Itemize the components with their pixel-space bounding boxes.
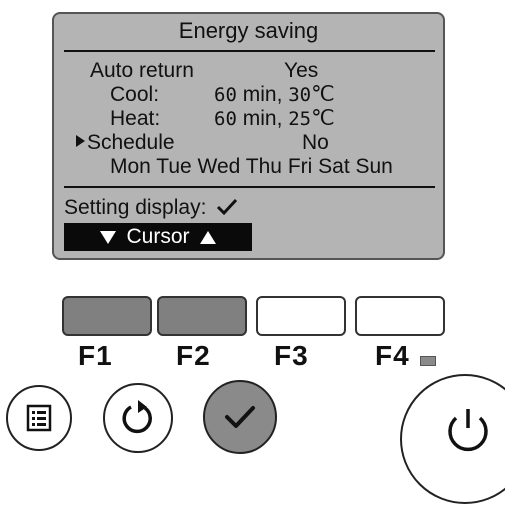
f3-key[interactable] [256, 296, 346, 336]
setting-display-row: Setting display: [64, 196, 238, 220]
f1-key[interactable] [62, 296, 152, 336]
cursor-down-icon [100, 230, 117, 244]
f2-key[interactable] [157, 296, 247, 336]
select-button[interactable] [203, 380, 277, 454]
footer-divider [64, 186, 435, 188]
heat-label: Heat: [110, 107, 161, 130]
title-divider [64, 50, 435, 52]
f1-label: F1 [78, 340, 113, 371]
cursor-label: Cursor [126, 225, 190, 248]
f4-label: F4 [375, 340, 410, 371]
cool-temperature: 30 [288, 84, 312, 106]
cool-minutes: 60 [214, 84, 237, 106]
heat-temperature: 25 [288, 108, 312, 130]
schedule-row[interactable]: Schedule [76, 131, 175, 155]
schedule-label: Schedule [87, 131, 175, 154]
cool-label: Cool: [110, 83, 160, 106]
f4-key[interactable] [355, 296, 445, 336]
cursor-hint-bar: Cursor [64, 223, 252, 251]
schedule-value[interactable]: No [302, 131, 329, 155]
menu-icon [26, 404, 52, 432]
heat-unit: ℃ [311, 107, 335, 130]
f2-label: F2 [176, 340, 211, 371]
setting-display-label: Setting display: [64, 196, 207, 219]
menu-button[interactable] [6, 385, 72, 451]
heat-setting[interactable]: 60 min, 25℃ [214, 107, 335, 131]
check-icon [217, 198, 238, 216]
cool-setting[interactable]: 60 min, 30℃ [214, 83, 335, 107]
check-icon [225, 406, 255, 428]
heat-separator: min, [236, 107, 289, 130]
heat-minutes: 60 [214, 108, 237, 130]
power-button[interactable] [400, 374, 505, 504]
return-button[interactable] [103, 383, 173, 453]
cool-unit: ℃ [311, 83, 335, 106]
selection-cursor-icon [76, 135, 85, 148]
screen-title: Energy saving [178, 18, 319, 43]
cool-separator: min, [236, 83, 289, 106]
auto-return-value[interactable]: Yes [284, 59, 318, 83]
f3-label: F3 [274, 340, 309, 371]
weekday-list: Mon Tue Wed Thu Fri Sat Sun [110, 155, 393, 178]
return-icon [122, 400, 152, 434]
power-icon [448, 409, 488, 452]
operation-led [420, 356, 436, 366]
cursor-up-icon [199, 230, 216, 244]
auto-return-label: Auto return [90, 59, 194, 82]
lcd-screen: Energy saving Auto return Yes Cool: 60 m… [52, 12, 445, 260]
